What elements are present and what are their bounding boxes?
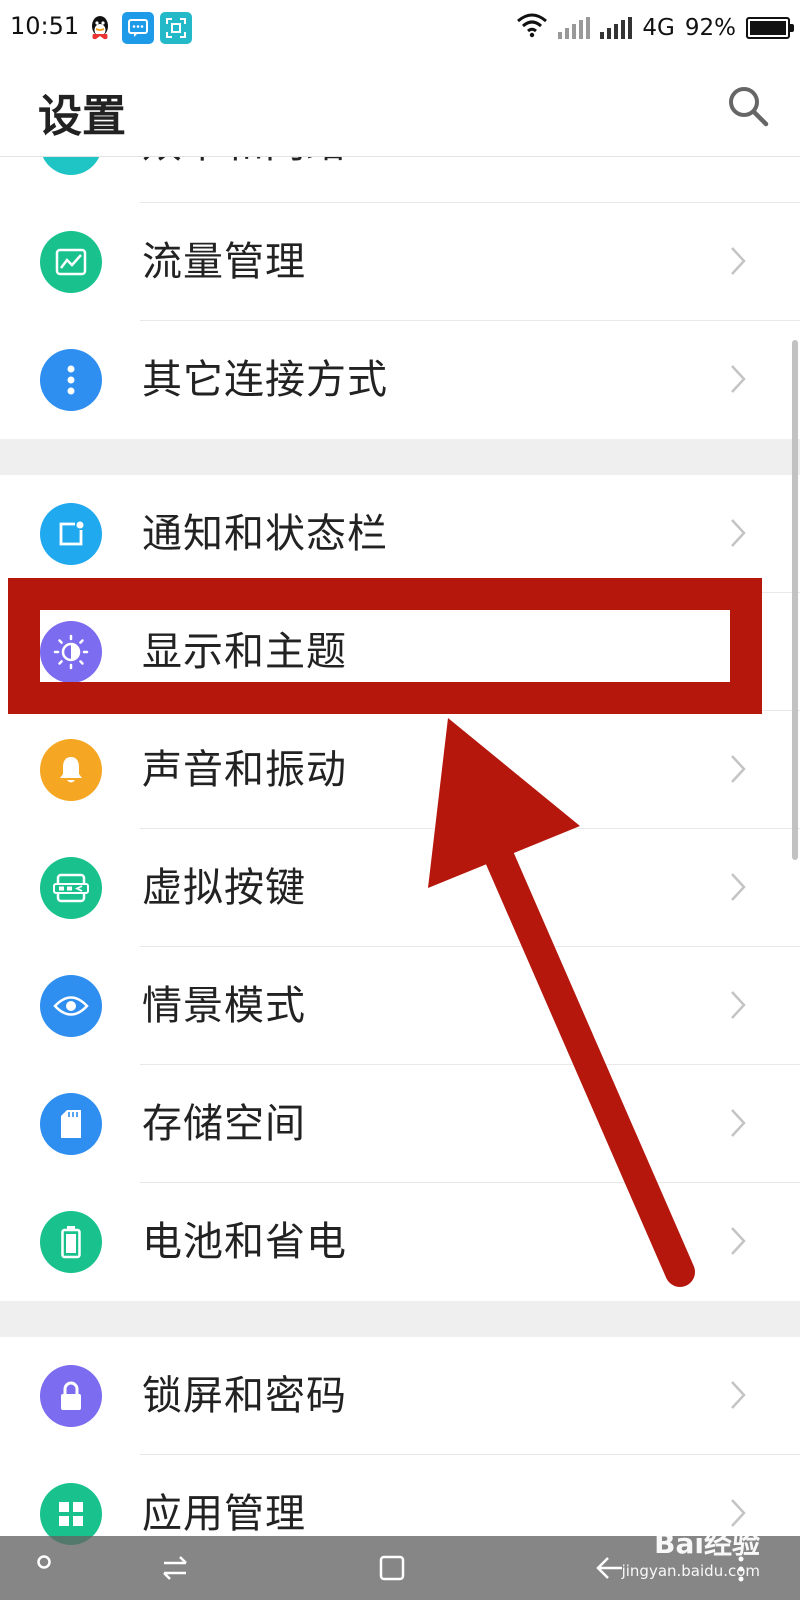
list-item-scene-mode[interactable]: 情景模式 [0, 947, 800, 1065]
watermark: Bai经验 jingyan.baidu.com [560, 1522, 760, 1580]
list-item-notifications[interactable]: 通知和状态栏 [0, 475, 800, 593]
chevron-right-icon [731, 755, 746, 783]
dot-icon[interactable] [36, 1554, 52, 1570]
chevron-right-icon [731, 365, 746, 393]
bell-icon [40, 739, 102, 801]
watermark-url: jingyan.baidu.com [621, 1562, 760, 1580]
chevron-right-icon [731, 637, 746, 665]
chevron-right-icon [731, 1109, 746, 1137]
list-item-label: 电池和省电 [142, 1219, 347, 1265]
list-item-label: 情景模式 [142, 983, 306, 1029]
status-bar: 10:51 4G 92% [0, 0, 800, 56]
list-item-virtual-keys[interactable]: 虚拟按键 [0, 829, 800, 947]
list-item-storage[interactable]: 存储空间 [0, 1065, 800, 1183]
wifi-icon [516, 12, 548, 44]
settings-header: 设置 [0, 56, 800, 157]
settings-list: 双卡和网络 流量管理 其它连接方式 通知和状态栏 [0, 157, 800, 1557]
network-type: 4G [642, 15, 675, 41]
lock-icon [40, 1365, 102, 1427]
list-item-label: 声音和振动 [142, 747, 347, 793]
list-item-lock-password[interactable]: 锁屏和密码 [0, 1337, 800, 1455]
list-item-label: 其它连接方式 [142, 357, 388, 403]
list-item-label: 锁屏和密码 [142, 1373, 347, 1419]
page-title: 设置 [38, 91, 126, 142]
list-item-label: 通知和状态栏 [142, 511, 388, 557]
brightness-icon [40, 621, 102, 683]
watermark-logo: Bai经验 [654, 1527, 760, 1560]
qq-icon [84, 12, 116, 44]
scrollbar[interactable] [792, 340, 798, 860]
list-item-label: 显示和主题 [142, 629, 347, 675]
search-icon[interactable] [726, 84, 770, 128]
chevron-right-icon [731, 519, 746, 547]
chevron-right-icon [731, 1381, 746, 1409]
list-item-label: 虚拟按键 [142, 865, 306, 911]
eye-icon [40, 975, 102, 1037]
sd-card-icon [40, 1093, 102, 1155]
chevron-right-icon [731, 991, 746, 1019]
virtual-keys-icon [40, 857, 102, 919]
sim-icon [40, 157, 102, 175]
list-item-label: 流量管理 [142, 239, 306, 285]
list-item-battery[interactable]: 电池和省电 [0, 1183, 800, 1301]
more-icon [40, 349, 102, 411]
list-item-other-connections[interactable]: 其它连接方式 [0, 321, 800, 439]
section-gap [0, 1301, 800, 1337]
notification-icon [40, 503, 102, 565]
chevron-right-icon [730, 157, 746, 158]
list-item-data-usage[interactable]: 流量管理 [0, 203, 800, 321]
signal-sim2-icon [600, 17, 633, 39]
list-item-sound-vibration[interactable]: 声音和振动 [0, 711, 800, 829]
list-item-display-theme[interactable]: 显示和主题 [0, 593, 800, 711]
scan-icon [160, 12, 192, 44]
switch-icon[interactable] [160, 1554, 190, 1582]
message-icon [122, 12, 154, 44]
list-item-label: 存储空间 [142, 1101, 306, 1147]
battery-percent: 92% [684, 15, 736, 41]
battery-status-icon [746, 17, 794, 39]
signal-sim1-icon [558, 17, 591, 39]
section-gap [0, 439, 800, 475]
battery-icon [40, 1211, 102, 1273]
list-item-label: 双卡和网络 [142, 157, 347, 203]
chevron-right-icon [731, 873, 746, 901]
status-right: 4G 92% [516, 10, 794, 46]
status-time: 10:51 [10, 12, 80, 40]
list-item-dual-sim[interactable]: 双卡和网络 [0, 157, 800, 203]
home-icon[interactable] [378, 1554, 406, 1582]
chevron-right-icon [731, 1227, 746, 1255]
chart-icon [40, 231, 102, 293]
chevron-right-icon [731, 247, 746, 275]
